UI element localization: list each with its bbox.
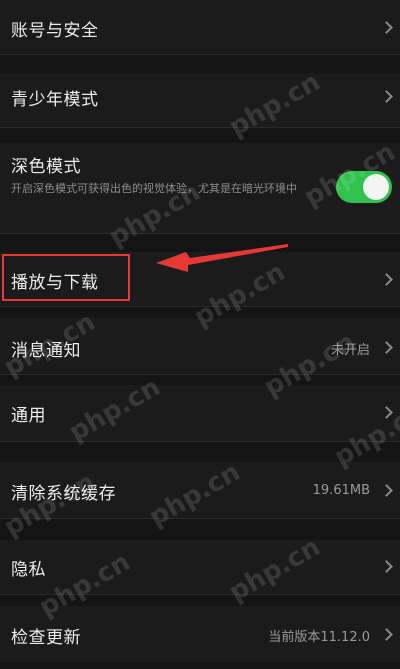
settings-item-account-security[interactable]: 账号与安全	[0, 0, 400, 54]
divider	[0, 54, 400, 55]
settings-item-label: 隐私	[11, 560, 46, 580]
chevron-right-icon	[380, 90, 393, 103]
chevron-right-icon	[380, 341, 393, 354]
chevron-right-icon	[380, 560, 393, 573]
current-version: 当前版本11.12.0	[268, 630, 370, 645]
divider	[0, 127, 400, 128]
settings-screen: 账号与安全 青少年模式 深色模式 开启深色模式可获得出色的视觉体验，尤其是在暗光…	[0, 0, 400, 669]
annotation-highlight-box	[2, 254, 130, 301]
chevron-right-icon	[380, 484, 393, 497]
chevron-right-icon	[380, 21, 393, 34]
settings-item-label: 账号与安全	[11, 21, 99, 41]
divider	[0, 374, 400, 375]
settings-item-teen-mode[interactable]: 青少年模式	[0, 73, 400, 127]
settings-item-label: 青少年模式	[11, 90, 99, 110]
divider	[0, 518, 400, 519]
cache-size: 19.61MB	[312, 483, 370, 498]
divider	[0, 233, 400, 234]
settings-item-general[interactable]: 通用	[0, 385, 400, 441]
settings-item-label: 检查更新	[11, 628, 81, 648]
chevron-right-icon	[380, 273, 393, 286]
chevron-right-icon	[380, 628, 393, 641]
settings-item-label: 深色模式	[11, 157, 81, 177]
settings-item-label: 通用	[11, 406, 46, 426]
